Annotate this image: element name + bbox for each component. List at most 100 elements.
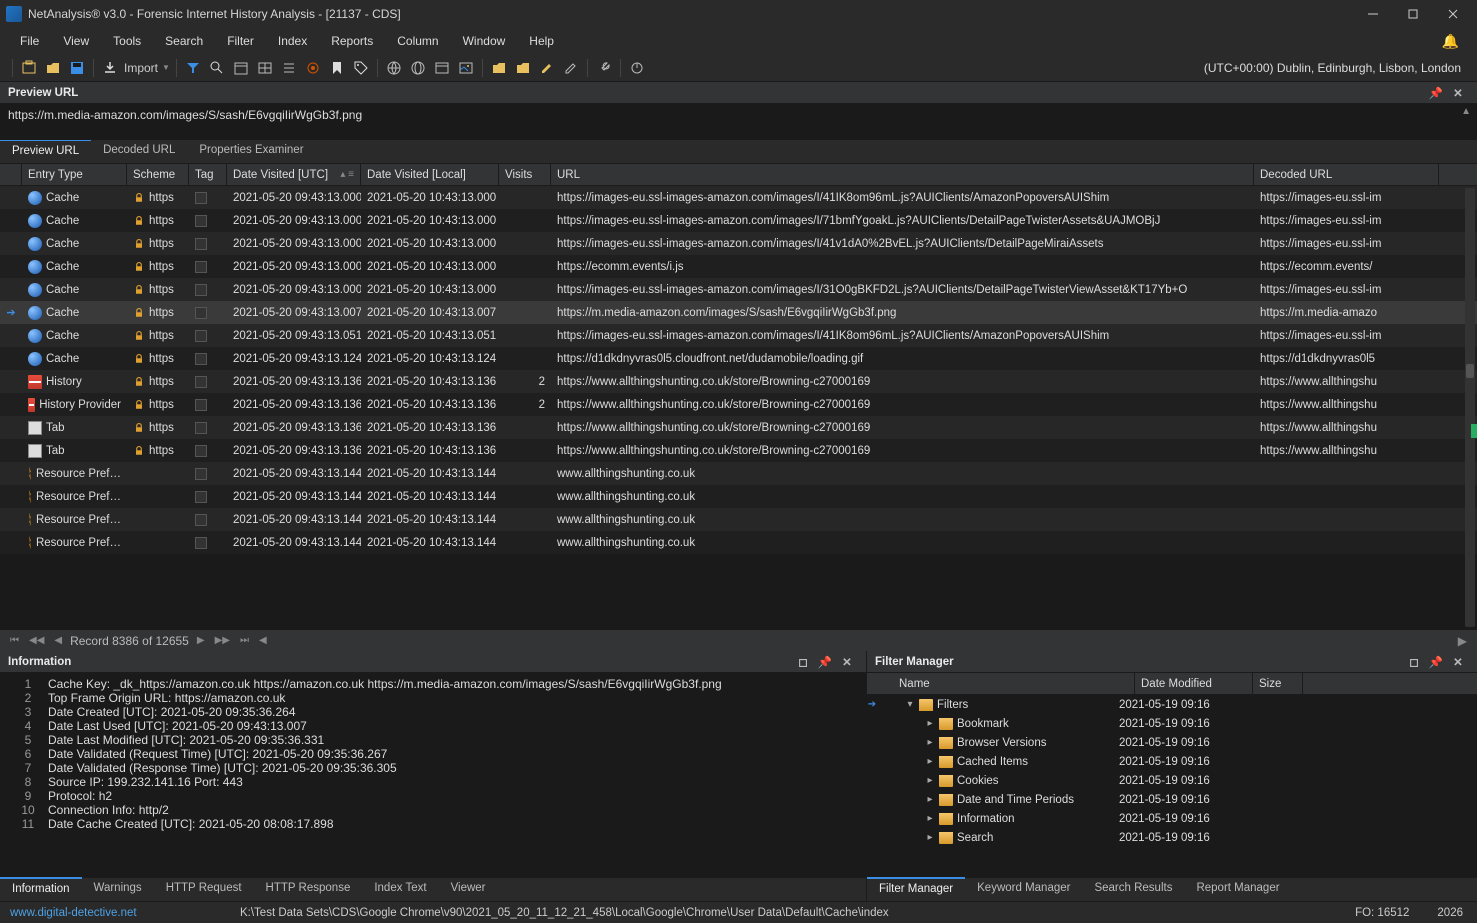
window-icon[interactable]	[433, 59, 451, 77]
expand-icon[interactable]: ▸	[925, 832, 935, 843]
edit-icon[interactable]	[538, 59, 556, 77]
last-page-icon[interactable]: ⏭	[238, 635, 251, 646]
fm-col-date[interactable]: Date Modified	[1135, 673, 1253, 694]
tag-checkbox[interactable]	[195, 376, 207, 388]
grid-icon[interactable]	[256, 59, 274, 77]
filter-tree-item[interactable]: ▸Search2021-05-19 09:16	[867, 828, 1477, 847]
bell-icon[interactable]: 🔔	[1442, 33, 1469, 50]
pin-icon[interactable]: 📌	[818, 655, 832, 669]
pin-icon[interactable]: 📌	[1429, 655, 1443, 669]
tag-checkbox[interactable]	[195, 491, 207, 503]
table-row[interactable]: Cachehttps2021-05-20 09:43:13.0002021-05…	[0, 232, 1477, 255]
menu-window[interactable]: Window	[451, 30, 518, 52]
search-icon[interactable]	[208, 59, 226, 77]
pin-icon[interactable]: 📌	[1429, 86, 1443, 100]
prev-page-icon[interactable]: ◀◀	[27, 635, 46, 646]
filter-tree-item[interactable]: ▸Date and Time Periods2021-05-19 09:16	[867, 790, 1477, 809]
tab-http-request[interactable]: HTTP Request	[154, 878, 254, 901]
filter-icon[interactable]	[184, 59, 202, 77]
image-icon[interactable]	[457, 59, 475, 77]
filter-tree-item[interactable]: ▸Browser Versions2021-05-19 09:16	[867, 733, 1477, 752]
restore-icon[interactable]: ◻	[796, 655, 810, 669]
table-row[interactable]: Cachehttps2021-05-20 09:43:13.0512021-05…	[0, 324, 1477, 347]
col-entry-type[interactable]: Entry Type	[22, 164, 127, 185]
col-date-local[interactable]: Date Visited [Local]	[361, 164, 499, 185]
import-icon[interactable]	[101, 59, 119, 77]
fm-col-size[interactable]: Size	[1253, 673, 1303, 694]
tag-checkbox[interactable]	[195, 537, 207, 549]
table-row[interactable]: Resource Pref…2021-05-20 09:43:13.144202…	[0, 485, 1477, 508]
filter-manager-tree[interactable]: ➔▾Filters2021-05-19 09:16▸Bookmark2021-0…	[867, 695, 1477, 877]
table-row[interactable]: Tabhttps2021-05-20 09:43:13.1362021-05-2…	[0, 416, 1477, 439]
tab-viewer[interactable]: Viewer	[439, 878, 498, 901]
filter-tree-item[interactable]: ▸Cookies2021-05-19 09:16	[867, 771, 1477, 790]
tag-checkbox[interactable]	[195, 353, 207, 365]
menu-view[interactable]: View	[51, 30, 101, 52]
wrench-icon[interactable]	[595, 59, 613, 77]
scroll-up-icon[interactable]: ▲	[1461, 106, 1471, 117]
next-icon[interactable]: ▶	[195, 635, 207, 646]
tab-search-results[interactable]: Search Results	[1082, 878, 1184, 901]
table-row[interactable]: History Providerhttps2021-05-20 09:43:13…	[0, 393, 1477, 416]
scroll-right-icon[interactable]: ▶	[1458, 634, 1467, 648]
save-icon[interactable]	[68, 59, 86, 77]
minimize-button[interactable]	[1353, 0, 1393, 28]
tag-checkbox[interactable]	[195, 307, 207, 319]
power-icon[interactable]	[628, 59, 646, 77]
next-page-icon[interactable]: ▶▶	[213, 635, 232, 646]
fm-col-name[interactable]: Name	[893, 673, 1135, 694]
open-case-icon[interactable]	[44, 59, 62, 77]
globe2-icon[interactable]	[409, 59, 427, 77]
table-row[interactable]: Cachehttps2021-05-20 09:43:13.0002021-05…	[0, 278, 1477, 301]
expand-icon[interactable]: ▸	[925, 737, 935, 748]
expand-icon[interactable]: ▸	[925, 813, 935, 824]
calendar-icon[interactable]	[232, 59, 250, 77]
folder2-icon[interactable]	[514, 59, 532, 77]
tab-information[interactable]: Information	[0, 877, 82, 901]
tag-checkbox[interactable]	[195, 192, 207, 204]
tag-checkbox[interactable]	[195, 238, 207, 250]
statusbar-url[interactable]: www.digital-detective.net	[0, 907, 240, 919]
table-row[interactable]: Resource Pref…2021-05-20 09:43:13.144202…	[0, 508, 1477, 531]
table-row[interactable]: Cachehttps2021-05-20 09:43:13.0002021-05…	[0, 255, 1477, 278]
col-decoded-url[interactable]: Decoded URL	[1254, 164, 1439, 185]
target-icon[interactable]	[304, 59, 322, 77]
expand-icon[interactable]: ▸	[925, 718, 935, 729]
tab-http-response[interactable]: HTTP Response	[254, 878, 363, 901]
table-row[interactable]: Tabhttps2021-05-20 09:43:13.1362021-05-2…	[0, 439, 1477, 462]
col-scheme[interactable]: Scheme	[127, 164, 189, 185]
tag-icon[interactable]	[352, 59, 370, 77]
edit2-icon[interactable]	[562, 59, 580, 77]
menu-index[interactable]: Index	[266, 30, 319, 52]
preview-url-text[interactable]: https://m.media-amazon.com/images/S/sash…	[8, 108, 362, 122]
table-row[interactable]: Cachehttps2021-05-20 09:43:13.1242021-05…	[0, 347, 1477, 370]
tag-checkbox[interactable]	[195, 284, 207, 296]
maximize-button[interactable]	[1393, 0, 1433, 28]
col-date-utc[interactable]: Date Visited [UTC]▴ ≡	[227, 164, 361, 185]
grid-rows[interactable]: Cachehttps2021-05-20 09:43:13.0002021-05…	[0, 186, 1477, 629]
expand-icon[interactable]: ▸	[925, 775, 935, 786]
tab-properties[interactable]: Properties Examiner	[187, 140, 315, 163]
table-row[interactable]: ➔Cachehttps2021-05-20 09:43:13.0072021-0…	[0, 301, 1477, 324]
col-selector[interactable]	[0, 164, 22, 185]
table-row[interactable]: Resource Pref…2021-05-20 09:43:13.144202…	[0, 462, 1477, 485]
filter-tree-item[interactable]: ➔▾Filters2021-05-19 09:16	[867, 695, 1477, 714]
tab-keyword-manager[interactable]: Keyword Manager	[965, 878, 1082, 901]
tab-preview-url[interactable]: Preview URL	[0, 139, 91, 163]
folder-icon[interactable]	[490, 59, 508, 77]
tab-index-text[interactable]: Index Text	[362, 878, 438, 901]
col-tag[interactable]: Tag	[189, 164, 227, 185]
tab-report-manager[interactable]: Report Manager	[1184, 878, 1291, 901]
import-button[interactable]: Import ▼	[124, 61, 170, 75]
tab-decoded-url[interactable]: Decoded URL	[91, 140, 187, 163]
filter-tree-item[interactable]: ▸Information2021-05-19 09:16	[867, 809, 1477, 828]
close-panel-icon[interactable]: ✕	[1451, 86, 1465, 100]
menu-help[interactable]: Help	[517, 30, 566, 52]
tag-checkbox[interactable]	[195, 514, 207, 526]
tag-checkbox[interactable]	[195, 399, 207, 411]
first-page-icon[interactable]: ⏮	[8, 635, 21, 646]
tag-checkbox[interactable]	[195, 330, 207, 342]
menu-tools[interactable]: Tools	[101, 30, 153, 52]
scroll-left-icon[interactable]: ◀	[257, 635, 269, 646]
table-row[interactable]: Cachehttps2021-05-20 09:43:13.0002021-05…	[0, 186, 1477, 209]
